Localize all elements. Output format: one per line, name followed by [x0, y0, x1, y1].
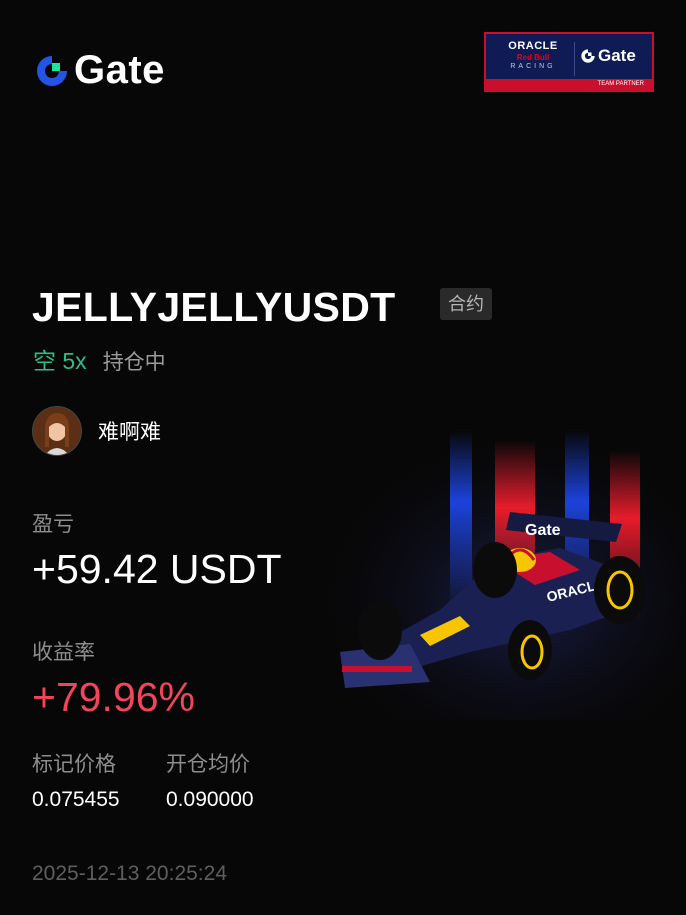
entry-price-label: 开仓均价 — [166, 753, 250, 776]
roi-value: +79.96% — [32, 674, 195, 720]
user-row: 难啊难 — [32, 406, 161, 456]
front-left-wheel — [358, 600, 402, 660]
avatar-portrait — [33, 407, 81, 455]
username: 难啊难 — [98, 421, 161, 444]
avatar — [32, 406, 82, 456]
light-beam — [450, 430, 472, 610]
racing-text: RACING — [510, 63, 556, 70]
gate-logo-icon — [37, 55, 67, 86]
entry-price-value: 0.090000 — [166, 788, 254, 811]
rear-right-wheel — [594, 556, 646, 624]
partner-gate-text: Gate — [598, 46, 636, 65]
f1-car-illustration: Gate ORACLE — [320, 420, 686, 720]
mark-price-label: 标记价格 — [32, 753, 116, 776]
partner-badge: ORACLE Red Bull RACING Gate TEAM PARTNER — [484, 32, 654, 92]
redbull-text: Red Bull — [516, 53, 550, 62]
position-side: 空 5x — [33, 348, 87, 374]
gate-logo-text: Gate — [74, 48, 165, 92]
mark-price-value: 0.075455 — [32, 788, 120, 811]
oracle-text: ORACLE — [508, 40, 558, 52]
rear-left-wheel — [473, 542, 517, 598]
team-partner-strip: TEAM PARTNER — [486, 79, 652, 90]
pnl-value: +59.42 USDT — [32, 546, 282, 592]
partner-divider — [574, 42, 575, 76]
gate-logo: Gate — [34, 48, 165, 93]
front-wing-stripe — [342, 666, 412, 672]
position-side-row: 空 5x 持仓中 — [33, 342, 166, 376]
trading-pair: JELLYJELLYUSDT — [32, 284, 396, 330]
timestamp: 2025-12-13 20:25:24 — [32, 862, 227, 885]
rear-wing-livery: Gate — [525, 522, 561, 539]
position-status: 持仓中 — [102, 351, 166, 374]
contract-tag: 合约 — [440, 288, 492, 320]
front-right-wheel — [508, 620, 552, 680]
roi-label: 收益率 — [32, 641, 95, 664]
pnl-label: 盈亏 — [32, 513, 74, 536]
partner-gate-logo: Gate — [580, 46, 636, 66]
gate-small-icon — [581, 49, 595, 63]
